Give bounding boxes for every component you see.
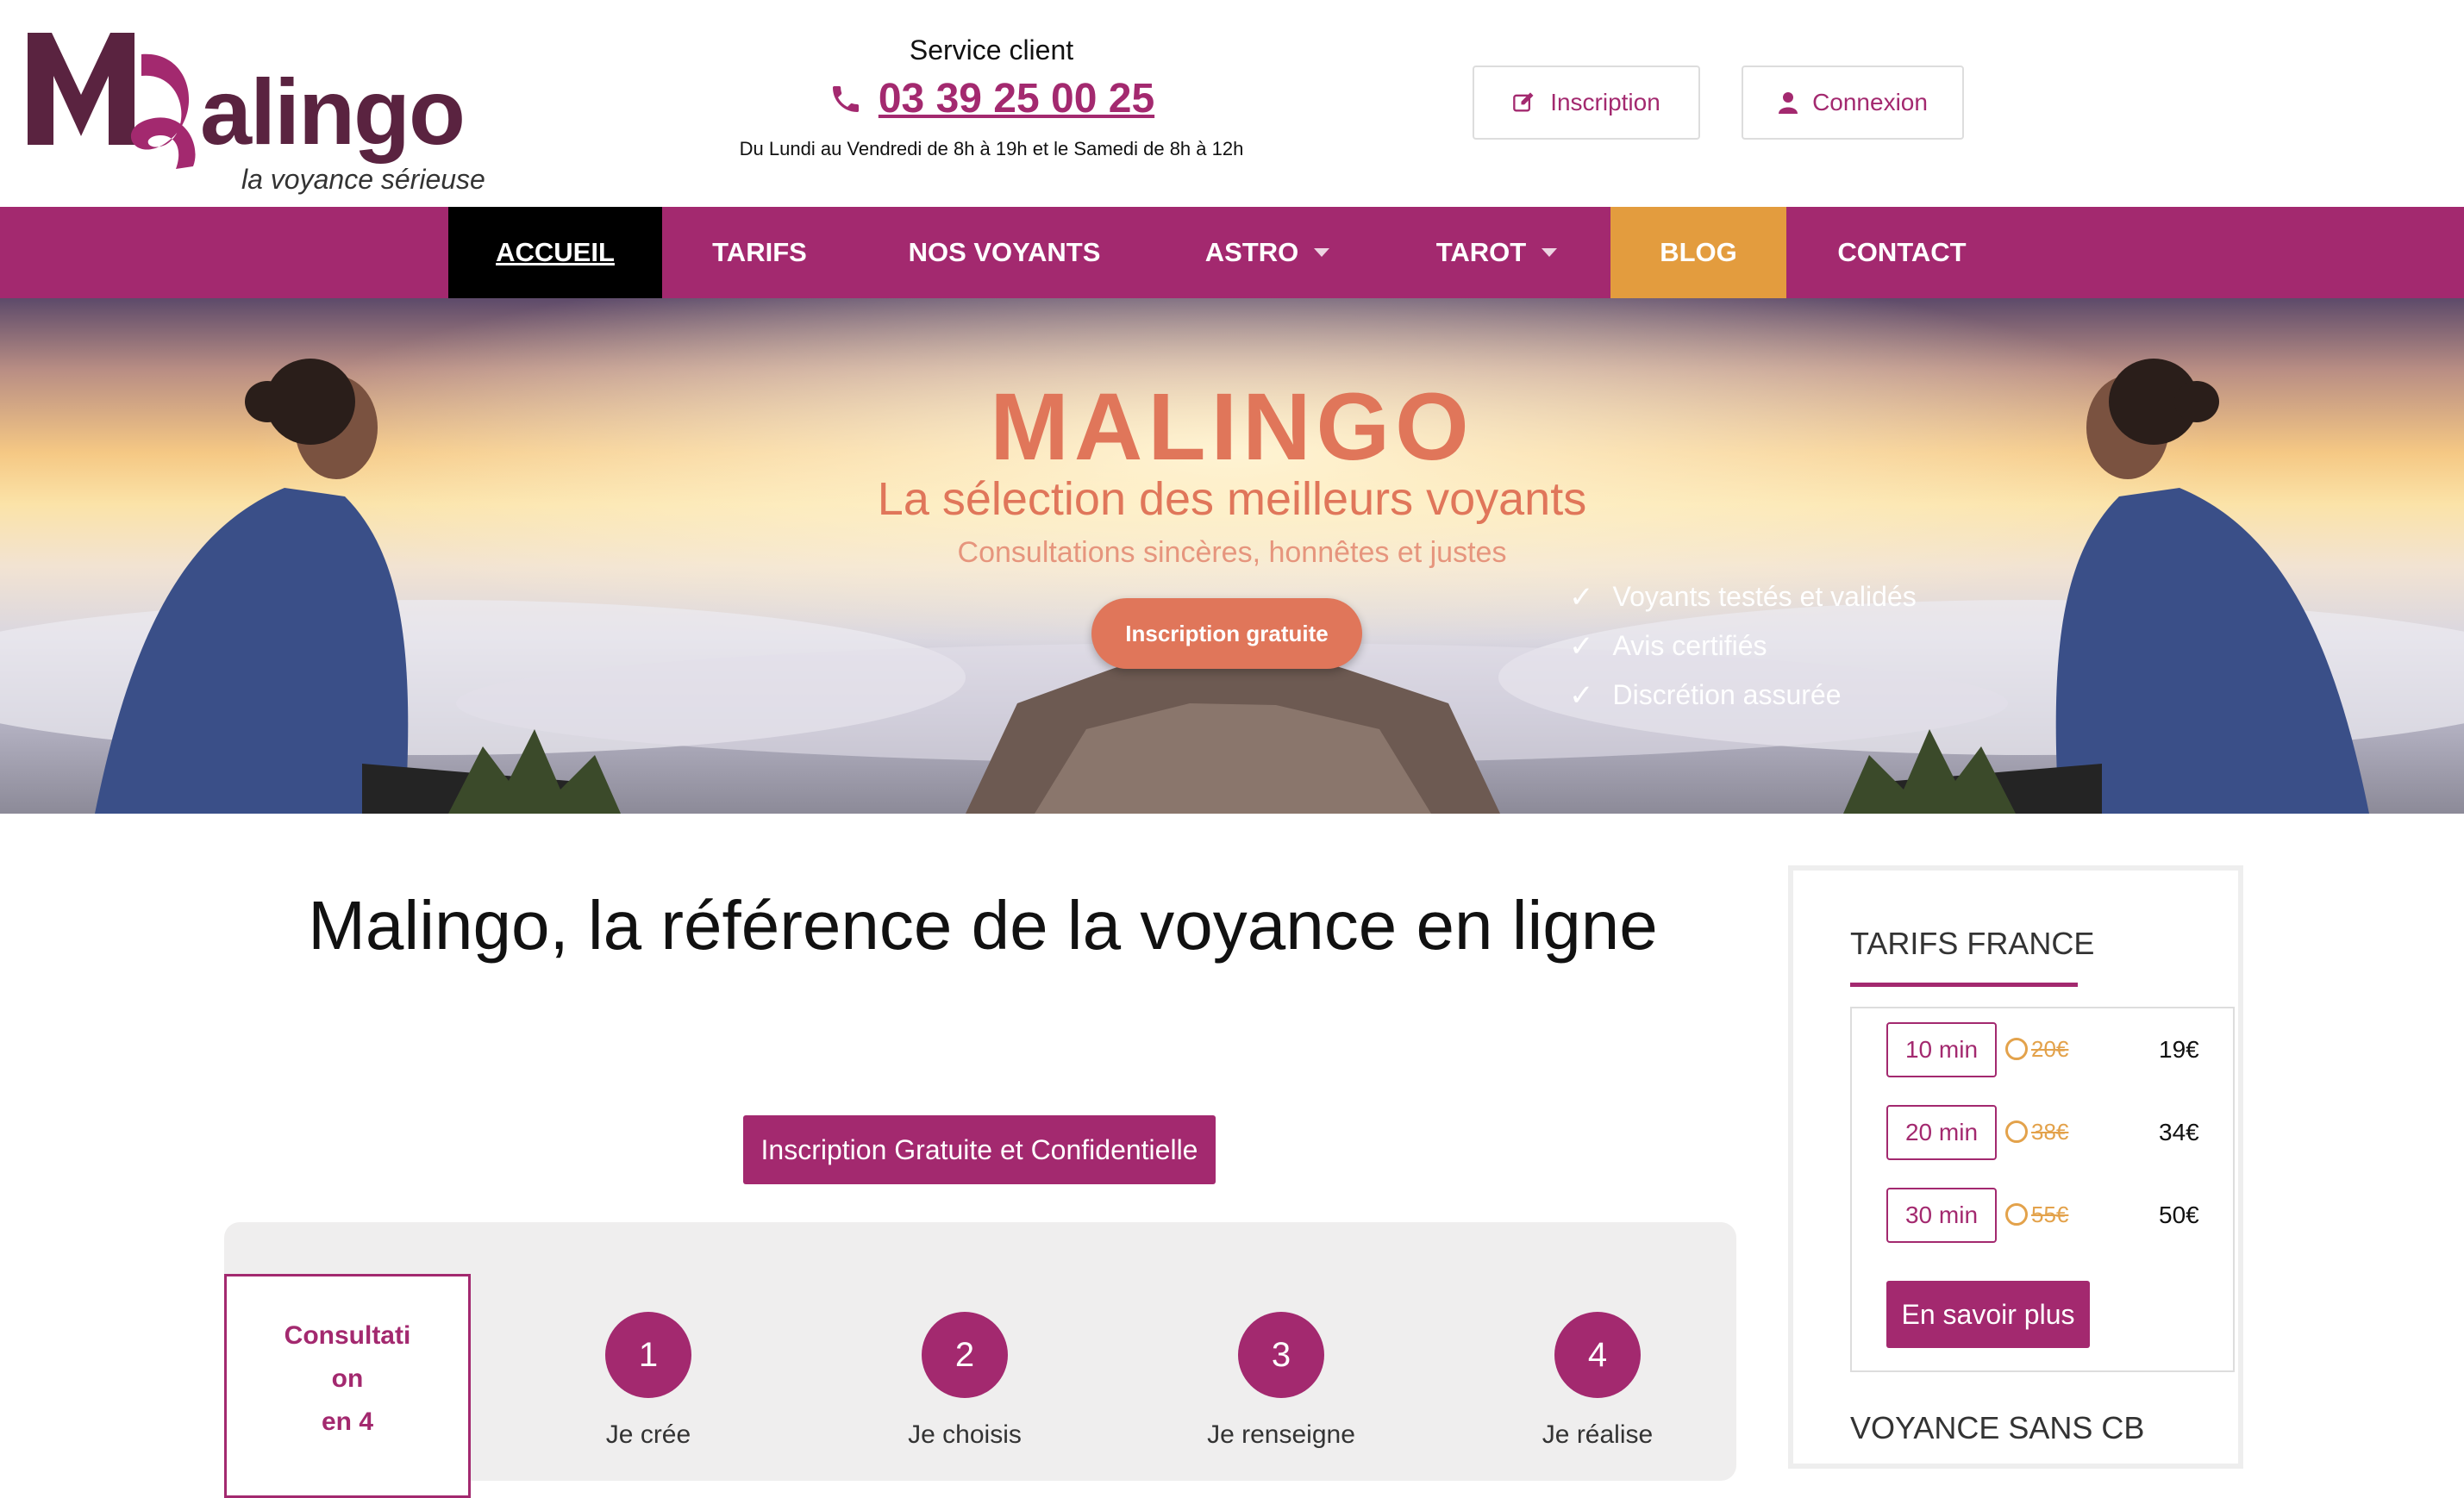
step-number-1: 1 <box>605 1312 691 1398</box>
step-number-3: 3 <box>1238 1312 1324 1398</box>
hero-banner: MALINGO La sélection des meilleurs voyan… <box>0 298 2464 814</box>
nav-item-nos-voyants[interactable]: NOS VOYANTS <box>857 207 1152 298</box>
nav-item-tarot[interactable]: TAROT <box>1383 207 1610 298</box>
consult-line: en 4 <box>321 1407 374 1436</box>
promo-icon <box>2005 1203 2028 1226</box>
connexion-label: Connexion <box>1812 89 1928 115</box>
tarif-row: 10 min 20€ 19€ <box>1886 1022 2214 1077</box>
hero-subtitle: La sélection des meilleurs voyants <box>877 473 1587 525</box>
logo[interactable]: alingo la voyance sérieuse <box>21 16 503 195</box>
user-icon <box>1779 92 1798 114</box>
benefit-item: ✓ Discrétion assurée <box>1569 671 1917 720</box>
benefit-item: ✓ Voyants testés et validés <box>1569 572 1917 621</box>
logo-tagline: la voyance sérieuse <box>241 164 485 195</box>
nav-item-blog[interactable]: BLOG <box>1610 207 1786 298</box>
nav-item-label: BLOG <box>1660 237 1737 267</box>
consult-line: Consultati <box>284 1321 411 1350</box>
main-nav: ACCUEIL TARIFS NOS VOYANTS ASTRO TAROT B… <box>0 207 2464 298</box>
hero-signup-button[interactable]: Inscription gratuite <box>1091 598 1362 669</box>
consultation-steps-box: Consultati on en 4 <box>224 1274 471 1498</box>
check-icon: ✓ <box>1569 580 1594 614</box>
tarif-new-price: 19€ <box>2159 1036 2199 1063</box>
tarif-row: 30 min 55€ 50€ <box>1886 1188 2214 1243</box>
logo-m-mark <box>28 33 196 170</box>
nav-item-astro[interactable]: ASTRO <box>1152 207 1383 298</box>
step-label-4: Je réalise <box>1542 1420 1654 1449</box>
step-number-2: 2 <box>922 1312 1008 1398</box>
free-signup-button[interactable]: Inscription Gratuite et Confidentielle <box>743 1115 1216 1184</box>
nav-item-label: ASTRO <box>1204 237 1299 267</box>
page-title: Malingo, la référence de la voyance en l… <box>308 887 1658 964</box>
edit-icon <box>1513 92 1534 112</box>
nav-item-label: TARIFS <box>712 237 807 267</box>
caret-down-icon <box>1314 248 1330 257</box>
nav-item-label: CONTACT <box>1837 237 1967 267</box>
phone-number-link[interactable]: 03 39 25 00 25 <box>879 75 1154 122</box>
step-label-1: Je crée <box>605 1420 691 1449</box>
tarif-old-price: 55€ <box>2031 1202 2069 1227</box>
phone-row: 03 39 25 00 25 <box>716 75 1267 122</box>
benefit-item: ✓ Avis certifiés <box>1569 621 1917 671</box>
step-number-4: 4 <box>1554 1312 1641 1398</box>
connexion-button[interactable]: Connexion <box>1742 66 1964 140</box>
site-header: alingo la voyance sérieuse Service clien… <box>0 0 2464 207</box>
check-icon: ✓ <box>1569 678 1594 712</box>
nav-item-label: ACCUEIL <box>496 237 615 267</box>
promo-icon <box>2005 1038 2028 1060</box>
tarif-duration[interactable]: 20 min <box>1886 1105 1997 1160</box>
hero-benefits-list: ✓ Voyants testés et validés ✓ Avis certi… <box>1569 572 1917 720</box>
nav-item-tarifs[interactable]: TARIFS <box>662 207 857 298</box>
customer-service: Service client 03 39 25 00 25 Du Lundi a… <box>716 34 1267 160</box>
phone-icon <box>832 85 859 112</box>
consult-line: on <box>331 1364 364 1393</box>
learn-more-button[interactable]: En savoir plus <box>1886 1281 2090 1348</box>
nav-item-label: NOS VOYANTS <box>908 237 1101 267</box>
tarifs-title-underline <box>1850 983 2078 987</box>
benefit-label: Discrétion assurée <box>1612 679 1842 710</box>
inscription-label: Inscription <box>1550 89 1660 115</box>
tarif-old-price: 38€ <box>2031 1119 2069 1145</box>
check-icon: ✓ <box>1569 629 1594 663</box>
service-title: Service client <box>909 34 1074 66</box>
tarif-row: 20 min 38€ 34€ <box>1886 1105 2214 1160</box>
nav-item-label: TAROT <box>1435 237 1527 267</box>
tarifs-title: TARIFS FRANCE <box>1850 926 2095 961</box>
inscription-button[interactable]: Inscription <box>1473 66 1700 140</box>
tarif-duration[interactable]: 30 min <box>1886 1188 1997 1243</box>
nav-item-accueil[interactable]: ACCUEIL <box>448 207 662 298</box>
tarif-old-price: 20€ <box>2031 1036 2069 1062</box>
benefit-label: Avis certifiés <box>1612 630 1767 661</box>
hero-title: MALINGO <box>990 374 1474 480</box>
tarif-new-price: 34€ <box>2159 1119 2199 1145</box>
service-hours: Du Lundi au Vendredi de 8h à 19h et le S… <box>739 138 1244 159</box>
caret-down-icon <box>1542 248 1558 257</box>
step-label-2: Je choisis <box>908 1420 1022 1449</box>
step-label-3: Je renseigne <box>1207 1420 1355 1449</box>
promo-icon <box>2005 1120 2028 1143</box>
benefit-label: Voyants testés et validés <box>1612 581 1917 612</box>
tarif-duration[interactable]: 10 min <box>1886 1022 1997 1077</box>
nav-item-contact[interactable]: CONTACT <box>1786 207 2017 298</box>
tarif-new-price: 50€ <box>2159 1202 2199 1228</box>
hero-tagline: Consultations sincères, honnêtes et just… <box>957 536 1507 569</box>
logo-wordmark: alingo <box>200 59 466 164</box>
